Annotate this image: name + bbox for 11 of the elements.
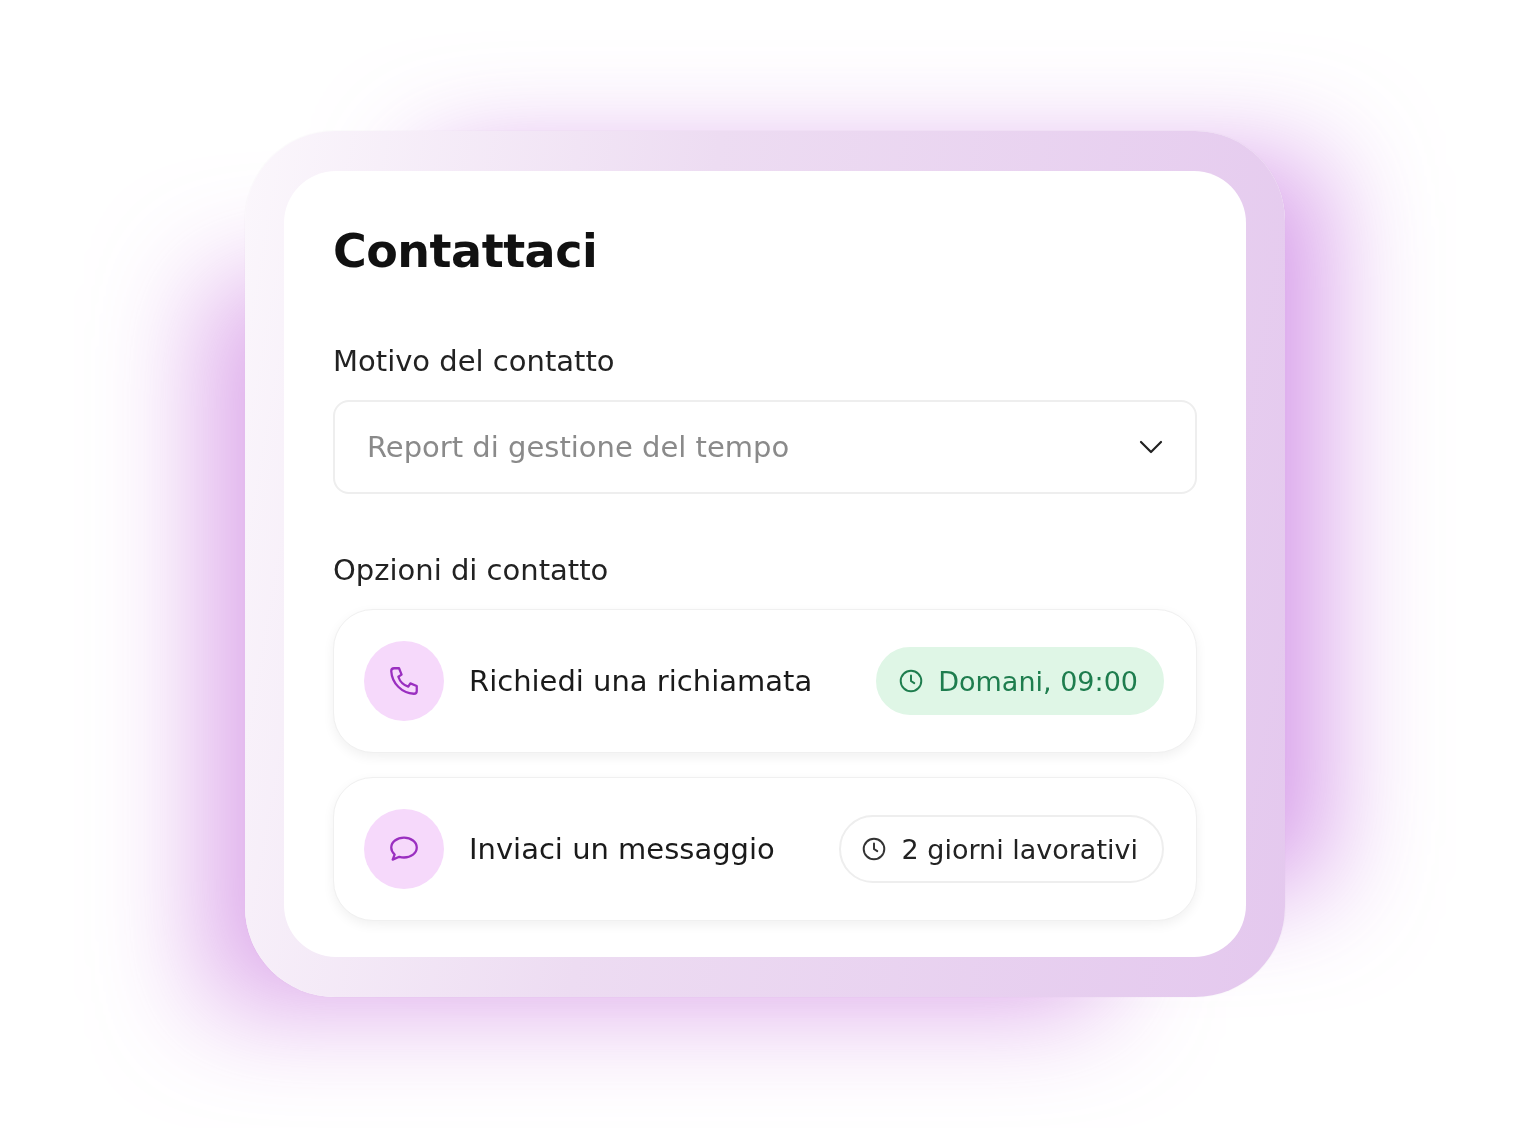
phone-icon [387,664,421,698]
contact-option[interactable]: Inviaci un messaggio 2 giorni lavorativi [333,777,1197,921]
field-label: Motivo del contatto [333,343,616,380]
time-badge: Domani, 09:00 [876,647,1164,715]
time-badge: 2 giorni lavorativi [839,815,1164,883]
clock-icon [861,836,888,862]
card-title: Contattaci [333,223,599,280]
clock-icon [898,668,925,694]
contact-option[interactable]: Richiedi una richiamata Domani, 09:00 [333,609,1197,753]
chevron-down-icon [1139,440,1163,454]
section-label: Opzioni di contatto [333,552,610,589]
